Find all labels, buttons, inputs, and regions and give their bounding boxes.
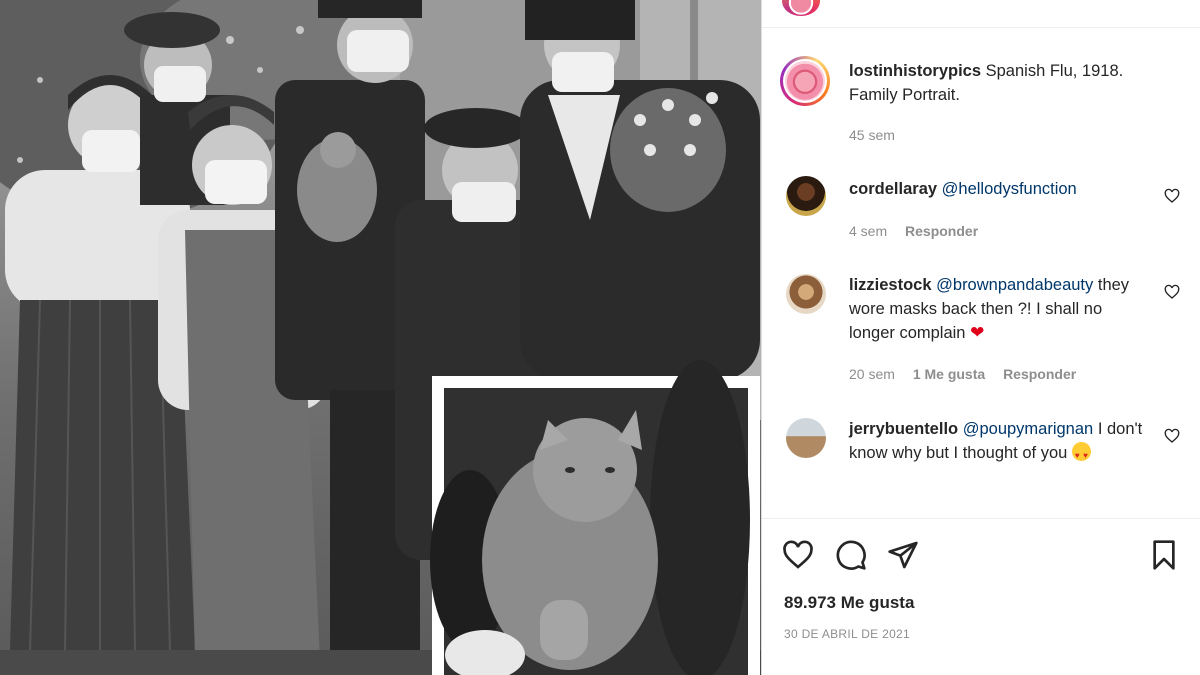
comment-avatar-jerrybuentello[interactable] [786, 418, 826, 458]
header-avatar[interactable] [782, 0, 820, 16]
likes-count[interactable]: 89.973 Me gusta [784, 593, 914, 613]
comment-1-meta: 4 sem Responder [849, 223, 978, 239]
caption-age[interactable]: 45 sem [849, 127, 895, 143]
comment-1: cordellaray @hellodysfunction [849, 177, 1149, 201]
caption-username[interactable]: lostinhistorypics [849, 62, 981, 80]
author-avatar[interactable] [780, 56, 830, 106]
post-header-strip [762, 0, 1200, 28]
cat-closeup-inset [430, 360, 760, 675]
comment-2-meta: 20 sem 1 Me gusta Responder [849, 366, 1076, 382]
comment-age[interactable]: 4 sem [849, 223, 887, 239]
comment-3: jerrybuentello @poupymarignan I don't kn… [849, 417, 1149, 468]
comment-2: lizziestock @brownpandabeauty they wore … [849, 273, 1149, 345]
heart-outline-icon[interactable] [1164, 428, 1180, 444]
comment-avatar-cordellaray[interactable] [786, 176, 826, 216]
bookmark-icon[interactable] [1148, 539, 1180, 571]
heart-outline-icon[interactable] [782, 539, 814, 571]
heart-outline-icon[interactable] [1164, 188, 1180, 204]
reply-button[interactable]: Responder [905, 223, 978, 239]
caption-meta: 45 sem [849, 127, 909, 143]
post-sidebar: lostinhistorypics Spanish Flu, 1918. Fam… [762, 0, 1200, 675]
comment-mention[interactable]: @poupymarignan [963, 420, 1094, 438]
post-photo[interactable] [0, 0, 762, 675]
post-actions-section: 89.973 Me gusta 30 DE ABRIL DE 2021 [762, 518, 1200, 675]
vintage-family-photo [0, 0, 762, 675]
red-heart-emoji-icon: ❤ [970, 323, 985, 342]
comment-age[interactable]: 20 sem [849, 366, 895, 382]
paper-plane-icon[interactable] [887, 539, 919, 571]
comment-likes[interactable]: 1 Me gusta [913, 366, 985, 382]
comment-avatar-lizziestock[interactable] [786, 274, 826, 314]
comment-mention[interactable]: @brownpandabeauty [936, 276, 1093, 294]
post-date[interactable]: 30 DE ABRIL DE 2021 [784, 627, 910, 641]
speech-bubble-icon[interactable] [835, 539, 867, 571]
heart-eyes-emoji-icon [1071, 442, 1091, 468]
comment-username[interactable]: lizziestock [849, 276, 932, 294]
comment-username[interactable]: cordellaray [849, 180, 937, 198]
post-caption: lostinhistorypics Spanish Flu, 1918. Fam… [849, 59, 1169, 107]
comment-mention[interactable]: @hellodysfunction [942, 180, 1077, 198]
reply-button[interactable]: Responder [1003, 366, 1076, 382]
lipstick-face-avatar-icon [785, 61, 825, 101]
comment-username[interactable]: jerrybuentello [849, 420, 958, 438]
heart-outline-icon[interactable] [1164, 284, 1180, 300]
